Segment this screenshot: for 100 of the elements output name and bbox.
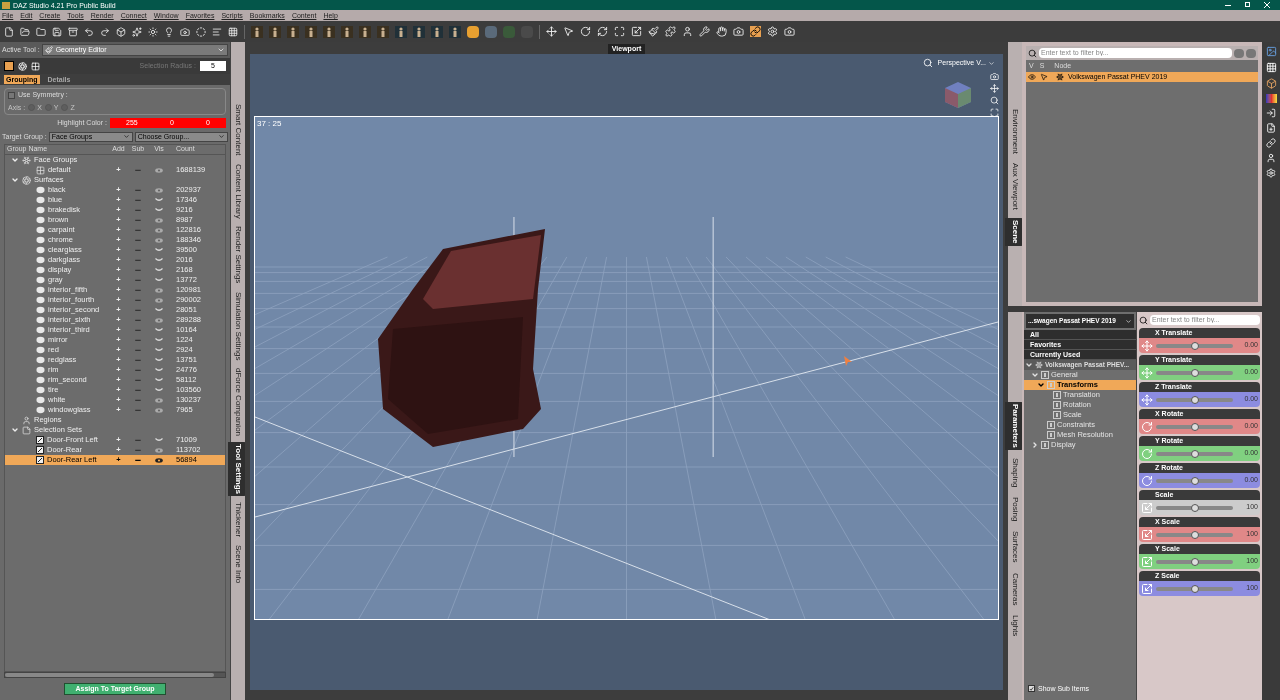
figure-preset-icon[interactable] (377, 25, 389, 38)
scrollbar[interactable] (4, 672, 226, 678)
sun-icon[interactable] (148, 26, 158, 37)
slider-thumb[interactable] (1190, 476, 1199, 485)
figure-icon[interactable] (1266, 153, 1276, 163)
slider-thumb[interactable] (1190, 449, 1199, 458)
side-tab[interactable]: Thickener (228, 500, 248, 540)
side-tab[interactable]: Cameras (1005, 571, 1025, 608)
checkbox[interactable] (1028, 685, 1035, 693)
side-tab[interactable]: Scene (1005, 218, 1025, 246)
figure-preset-icon[interactable] (431, 25, 443, 38)
archive-icon[interactable] (68, 26, 78, 37)
figure-preset-icon[interactable] (287, 25, 299, 38)
eye-icon[interactable] (155, 457, 163, 463)
side-tab[interactable]: Simulation Settings (228, 289, 248, 363)
redo-icon[interactable] (100, 26, 110, 37)
pan-icon[interactable] (990, 84, 999, 93)
lines-icon[interactable] (212, 26, 222, 37)
gradient-icon[interactable] (1265, 94, 1277, 103)
figure-preset-icon[interactable] (251, 25, 263, 38)
rotate-icon (1141, 420, 1153, 433)
undo-icon[interactable] (84, 26, 94, 37)
figure-icon[interactable] (682, 26, 693, 37)
folder-icon[interactable] (36, 26, 46, 37)
maximize-icon[interactable] (1245, 2, 1250, 7)
eye-icon[interactable] (1028, 73, 1036, 81)
camera-icon[interactable] (733, 26, 744, 37)
side-tab[interactable]: Posing (1005, 494, 1025, 524)
slider-thumb[interactable] (1190, 368, 1199, 377)
group-icon (1047, 431, 1055, 439)
pointer-icon[interactable] (1040, 73, 1048, 81)
camera-icon[interactable] (180, 26, 190, 37)
zoom-icon[interactable] (990, 96, 999, 105)
grid-icon[interactable] (228, 26, 238, 37)
rotate-icon[interactable] (580, 26, 591, 37)
refresh-icon[interactable] (597, 26, 608, 37)
save-icon[interactable] (52, 26, 62, 37)
caret-icon (122, 133, 130, 141)
open-folder-icon[interactable] (20, 26, 30, 37)
figure-preset-icon[interactable] (305, 25, 317, 38)
link-icon[interactable] (1266, 138, 1276, 148)
figure-preset-icon[interactable] (359, 25, 371, 38)
side-tab[interactable]: Shaping (1005, 455, 1025, 489)
slider-thumb[interactable] (1190, 584, 1199, 593)
side-tab[interactable]: Parameters (1005, 402, 1025, 450)
close-icon[interactable] (1264, 2, 1270, 8)
side-tab[interactable]: Environment (1005, 106, 1025, 156)
side-tab[interactable]: Surfaces (1005, 529, 1025, 565)
slider-thumb[interactable] (1190, 530, 1199, 539)
lightbulb-icon[interactable] (164, 26, 174, 37)
scale-icon[interactable] (631, 26, 642, 37)
group-icon (1053, 411, 1061, 419)
figure-preset-icon[interactable] (269, 25, 281, 38)
caret-icon (218, 133, 225, 141)
link-icon[interactable] (750, 26, 761, 37)
figure-preset-icon[interactable] (323, 25, 335, 38)
sparkle-icon[interactable] (132, 26, 142, 37)
image-icon[interactable] (1265, 46, 1277, 57)
hand-icon[interactable] (716, 26, 727, 37)
slider-thumb[interactable] (1190, 395, 1199, 404)
frame-icon[interactable] (990, 108, 999, 117)
brush-icon[interactable] (648, 26, 659, 37)
note-icon (36, 446, 44, 454)
side-tab[interactable]: Render Settings (228, 224, 248, 286)
camera-icon[interactable] (784, 26, 795, 37)
side-tab[interactable]: Smart Content (228, 102, 248, 158)
side-tab[interactable]: Lights (1005, 613, 1025, 639)
import-icon[interactable] (1266, 108, 1276, 118)
side-tab[interactable]: dForce Companion (228, 366, 248, 439)
box-icon[interactable] (1265, 78, 1277, 89)
slider-thumb[interactable] (1190, 503, 1199, 512)
move-icon[interactable] (546, 26, 557, 37)
selection-tool-icon[interactable] (4, 61, 14, 71)
dashed-circle-icon[interactable] (196, 26, 206, 37)
figure-preset-icon[interactable] (449, 25, 461, 38)
marquee-icon[interactable] (31, 61, 40, 71)
closed-eye-icon[interactable] (155, 438, 163, 442)
side-tab[interactable]: Scene Info (228, 543, 248, 586)
file-icon[interactable] (1266, 123, 1276, 133)
slider-thumb[interactable] (1190, 341, 1199, 350)
sub-cell[interactable]: − (128, 455, 148, 465)
side-tab[interactable]: Tool Settings (228, 442, 248, 497)
puzzle-icon[interactable] (665, 26, 676, 37)
figure-preset-icon[interactable] (341, 25, 353, 38)
closed-eye-icon[interactable] (155, 308, 163, 312)
app-logo-icon (2, 1, 10, 9)
slider-thumb[interactable] (1190, 422, 1199, 431)
maximize-icon[interactable] (614, 26, 625, 37)
new-file-icon[interactable] (4, 26, 14, 37)
slider-thumb[interactable] (1190, 557, 1199, 566)
note-icon (36, 456, 44, 464)
side-tab[interactable]: Content Library (228, 161, 248, 221)
figure-preset-icon[interactable] (413, 25, 425, 38)
lasso-icon[interactable] (18, 61, 27, 71)
group-icon (1047, 421, 1055, 429)
search-icon[interactable] (922, 58, 933, 68)
wrench-icon[interactable] (699, 26, 710, 37)
settings-icon[interactable] (767, 26, 778, 37)
side-tab[interactable]: Aux Viewport (1005, 161, 1025, 213)
figure-preset-icon[interactable] (395, 25, 407, 38)
